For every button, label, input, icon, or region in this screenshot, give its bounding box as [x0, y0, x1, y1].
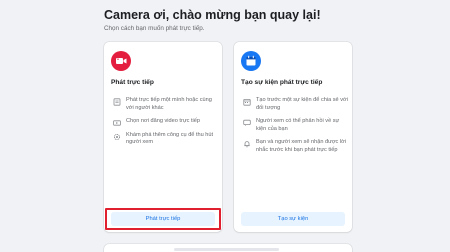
- camera-icon: [111, 51, 131, 71]
- feature-text: Khám phá thêm công cụ để thu hút người x…: [126, 131, 214, 146]
- feature-item: Phát trực tiếp một mình hoặc cùng với ng…: [111, 97, 219, 112]
- page-subtitle: Chọn cách bạn muốn phát trực tiếp.: [104, 25, 205, 32]
- feature-item: Người xem có thể phản hồi về sự kiện của…: [241, 118, 349, 133]
- go-live-button[interactable]: Phát trực tiếp: [111, 212, 215, 226]
- page-icon: [113, 98, 121, 106]
- bell-icon: [244, 141, 250, 148]
- create-event-heading: Tạo sự kiện phát trực tiếp: [241, 79, 323, 86]
- bottom-card: [104, 244, 352, 252]
- feature-text: Bạn và người xem sẽ nhận được lời nhắc t…: [256, 139, 347, 153]
- feature-text: Phát trực tiếp một mình hoặc cùng với ng…: [126, 97, 212, 111]
- go-live-feature-list: Phát trực tiếp một mình hoặc cùng với ng…: [111, 97, 219, 153]
- chat-icon: [243, 119, 251, 126]
- video-icon: [113, 120, 121, 126]
- feature-text: Chọn nơi đăng video trực tiếp: [126, 118, 200, 124]
- feature-item: Tạo trước một sự kiện để chia sẻ với đối…: [241, 97, 349, 112]
- page-title: Camera ơi, chào mừng bạn quay lại!: [104, 8, 321, 22]
- calendar-icon: [241, 51, 261, 71]
- go-live-card: Phát trực tiếp Phát trực tiếp một mình h…: [104, 42, 222, 232]
- feature-item: Bạn và người xem sẽ nhận được lời nhắc t…: [241, 139, 349, 154]
- feature-item: Khám phá thêm công cụ để thu hút người x…: [111, 132, 219, 147]
- feature-item: Chọn nơi đăng video trực tiếp: [111, 118, 219, 126]
- feature-text: Người xem có thể phản hồi về sự kiện của…: [256, 118, 340, 132]
- go-live-heading: Phát trực tiếp: [111, 79, 154, 86]
- calendar-icon: [243, 98, 251, 106]
- gear-icon: [113, 133, 121, 140]
- feature-text: Tạo trước một sự kiện để chia sẻ với đối…: [256, 97, 348, 111]
- bottom-card-bar: [174, 248, 279, 251]
- create-event-button[interactable]: Tạo sự kiện: [241, 212, 345, 226]
- create-event-feature-list: Tạo trước một sự kiện để chia sẻ với đối…: [241, 97, 349, 160]
- live-producer-page: Camera ơi, chào mừng bạn quay lại! Chọn …: [0, 0, 450, 252]
- create-event-card: Tạo sự kiện phát trực tiếp Tạo trước một…: [234, 42, 352, 232]
